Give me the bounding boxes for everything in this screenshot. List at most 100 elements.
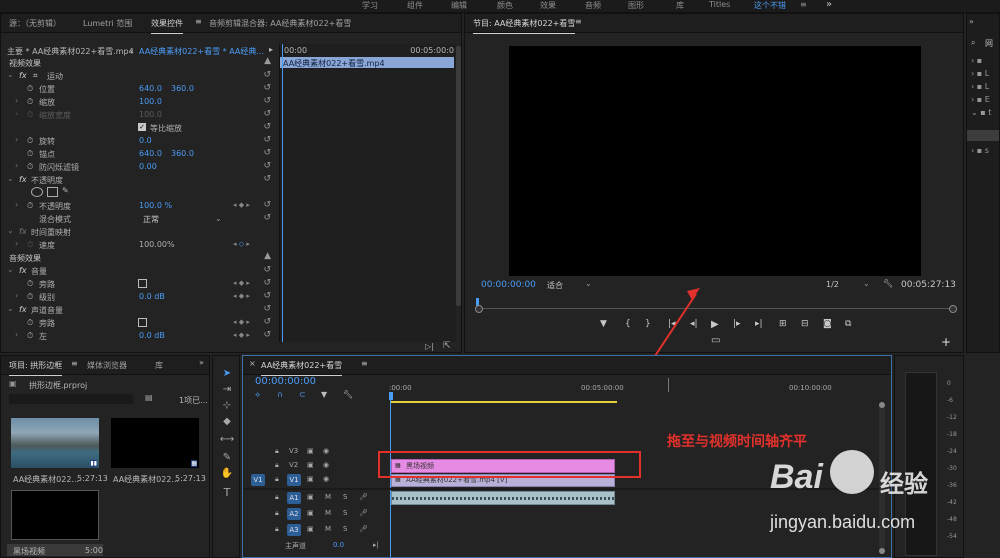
bypass2-row[interactable]: ⏱ 旁路 ◂ ◆ ▸ ↺	[1, 317, 277, 329]
anchor-stopwatch-icon[interactable]: ⏱	[27, 149, 33, 159]
program-monitor-title[interactable]: 节目: AA经典素材022+看雪	[473, 18, 576, 34]
clip-a1-audio[interactable]	[391, 491, 615, 505]
right-folder-row-4[interactable]: › ▪ E	[971, 95, 990, 104]
scrubber-end-handle[interactable]	[949, 305, 957, 313]
tab-project[interactable]: 项目: 拱形边框	[9, 360, 63, 376]
track-a1-name[interactable]: A1	[287, 492, 301, 504]
volume-section-row[interactable]: ⌄ fx 音量 ↺	[1, 265, 277, 277]
workspace-tab-learn[interactable]: 学习	[362, 0, 378, 11]
track-a1-lock-icon[interactable]: 🔒︎	[275, 493, 279, 502]
effect-timecode-icon[interactable]: ▷|	[425, 342, 434, 351]
left-channel-value[interactable]: 0.0 dB	[139, 331, 165, 340]
track-a2-header[interactable]: 🔒︎ A2 ▣ M S 🎤︎	[243, 508, 383, 522]
level-reset-icon[interactable]: ↺	[263, 291, 271, 301]
left-channel-expand-icon[interactable]: ›	[15, 330, 18, 339]
mini-playhead[interactable]	[282, 44, 283, 344]
track-a1-solo[interactable]: S	[343, 493, 347, 501]
rotation-expand-icon[interactable]: ›	[15, 135, 18, 144]
right-folder-row-6[interactable]: › ▪ s	[971, 146, 989, 155]
right-folder-row-3[interactable]: › ▪ L	[971, 82, 989, 91]
track-v3-eye-icon[interactable]: ◉	[323, 447, 329, 455]
tool-pen-icon[interactable]: ✎	[219, 452, 235, 466]
bypass2-keyframe-nav[interactable]: ◂ ◆ ▸	[233, 318, 250, 326]
go-to-out-button[interactable]: ▸|	[755, 319, 763, 329]
tool-hand-icon[interactable]: ✋	[219, 468, 235, 482]
volume-fx-icon[interactable]: fx	[19, 266, 27, 275]
timeline-scroll-top-handle[interactable]	[879, 402, 885, 408]
anchor-x-value[interactable]: 640.0	[139, 149, 162, 158]
master-goto-icon[interactable]: ▸|	[373, 541, 379, 549]
track-v2-sync-icon[interactable]: ▣	[307, 461, 314, 469]
workspace-tab-assembly[interactable]: 组件	[407, 0, 423, 11]
speed-row[interactable]: › ⏱ 速度 100.00% ◂ ◇ ▸	[1, 239, 277, 251]
mark-out-button[interactable]: }	[645, 319, 651, 329]
workspace-tab-color[interactable]: 颜色	[497, 0, 513, 11]
step-back-button[interactable]: ◂|	[690, 319, 698, 329]
blend-mode-chevron-icon[interactable]: ⌄	[215, 214, 222, 223]
track-a2-lock-icon[interactable]: 🔒︎	[275, 509, 279, 518]
fit-dropdown[interactable]: 适合	[547, 280, 563, 291]
tab-source[interactable]: 源：（无剪辑）	[9, 18, 61, 29]
source-dropdown-icon[interactable]: ⌄	[128, 45, 135, 54]
uniform-scale-row[interactable]: ✓ 等比缩放 ↺	[1, 122, 277, 134]
time-remap-expand-icon[interactable]: ⌄	[7, 226, 14, 235]
project-overflow-icon[interactable]: »	[199, 358, 204, 367]
track-a3-sync-icon[interactable]: ▣	[307, 525, 314, 533]
scale-row[interactable]: › ⏱ 缩放 100.0 ↺	[1, 96, 277, 108]
level-stopwatch-icon[interactable]: ⏱	[27, 292, 33, 302]
track-a3-name[interactable]: A3	[287, 524, 301, 536]
panel-menu-icon[interactable]: ≡	[195, 17, 202, 26]
project-thumb-1[interactable]: ▮▮	[11, 418, 99, 468]
right-selected-row[interactable]	[967, 130, 999, 141]
track-a1-mute[interactable]: M	[325, 493, 331, 501]
tool-type-icon[interactable]: T	[219, 486, 235, 500]
project-item-1-name[interactable]: AA经典素材022...	[13, 474, 79, 485]
master-track-header[interactable]: 主声道 0.0 ▸|	[243, 540, 383, 554]
workspace-menu-icon[interactable]: ≡	[800, 0, 807, 9]
track-v3-header[interactable]: 🔒︎ V3 ▣ ◉	[243, 446, 383, 460]
uniform-scale-checkbox[interactable]: ✓	[138, 123, 146, 131]
anchor-row[interactable]: ⏱ 锚点 640.0 360.0 ↺	[1, 148, 277, 160]
tool-ripple-edit-icon[interactable]: ⊹	[219, 400, 235, 414]
level-keyframe-nav[interactable]: ◂ ◆ ▸	[233, 292, 250, 300]
project-menu-icon[interactable]: ≡	[71, 359, 78, 368]
project-thumb-2[interactable]: ▦	[111, 418, 199, 468]
program-monitor-menu-icon[interactable]: ≡	[575, 17, 582, 26]
go-to-in-button[interactable]: |◂	[668, 319, 676, 329]
position-row[interactable]: ⏱ 位置 640.0 360.0 ↺	[1, 83, 277, 95]
left-channel-stopwatch-icon[interactable]: ⏱	[27, 331, 33, 341]
position-stopwatch-icon[interactable]: ⏱	[27, 84, 33, 94]
track-a1-mic-icon[interactable]: 🎤︎	[359, 493, 368, 501]
workspace-tab-libraries[interactable]: 库	[676, 0, 684, 11]
tab-effect-controls[interactable]: 效果控件	[151, 18, 183, 34]
track-a2-sync-icon[interactable]: ▣	[307, 509, 314, 517]
track-a2-mic-icon[interactable]: 🎤︎	[359, 509, 368, 517]
program-video-frame[interactable]	[509, 46, 921, 276]
button-editor-plus-icon[interactable]: +	[941, 335, 951, 349]
tool-selection-icon[interactable]: ➤	[219, 368, 235, 382]
volume-reset-icon[interactable]: ↺	[263, 265, 271, 275]
nest-toggle-icon[interactable]: ⟡	[255, 390, 260, 400]
bypass2-stopwatch-icon[interactable]: ⏱	[27, 318, 33, 328]
bypass-stopwatch-icon[interactable]: ⏱	[27, 279, 33, 289]
sequence-clip-label[interactable]: AA经典素材022+看雪 * AA经典...	[139, 46, 264, 57]
rotation-stopwatch-icon[interactable]: ⏱	[27, 136, 33, 146]
workspace-tab-graphics[interactable]: 图形	[628, 0, 644, 11]
workspace-tab-editing[interactable]: 编辑	[451, 0, 467, 11]
track-v1-sync-icon[interactable]: ▣	[307, 475, 314, 483]
time-remap-row[interactable]: ⌄ fx 时间重映射	[1, 226, 277, 238]
track-v2-eye-icon[interactable]: ◉	[323, 461, 329, 469]
fx-icon[interactable]: fx	[19, 71, 27, 80]
export-frame-icon[interactable]: ⇱	[443, 341, 451, 351]
track-v1-header[interactable]: V1 🔒︎ V1 ▣ ◉	[243, 474, 383, 488]
timeline-sequence-tab[interactable]: AA经典素材022+看雪	[261, 360, 343, 376]
extract-button[interactable]: ⊟	[801, 319, 809, 329]
scrubber-start-handle[interactable]	[475, 305, 483, 313]
channel-volume-reset-icon[interactable]: ↺	[263, 304, 271, 314]
antiflicker-expand-icon[interactable]: ›	[15, 161, 18, 170]
anchor-y-value[interactable]: 360.0	[171, 149, 194, 158]
speed-value[interactable]: 100.00%	[139, 240, 175, 249]
right-folder-row-2[interactable]: › ▪ L	[971, 69, 989, 78]
track-v2-header[interactable]: 🔒︎ V2 ▣ ◉	[243, 460, 383, 474]
track-a2-name[interactable]: A2	[287, 508, 301, 520]
